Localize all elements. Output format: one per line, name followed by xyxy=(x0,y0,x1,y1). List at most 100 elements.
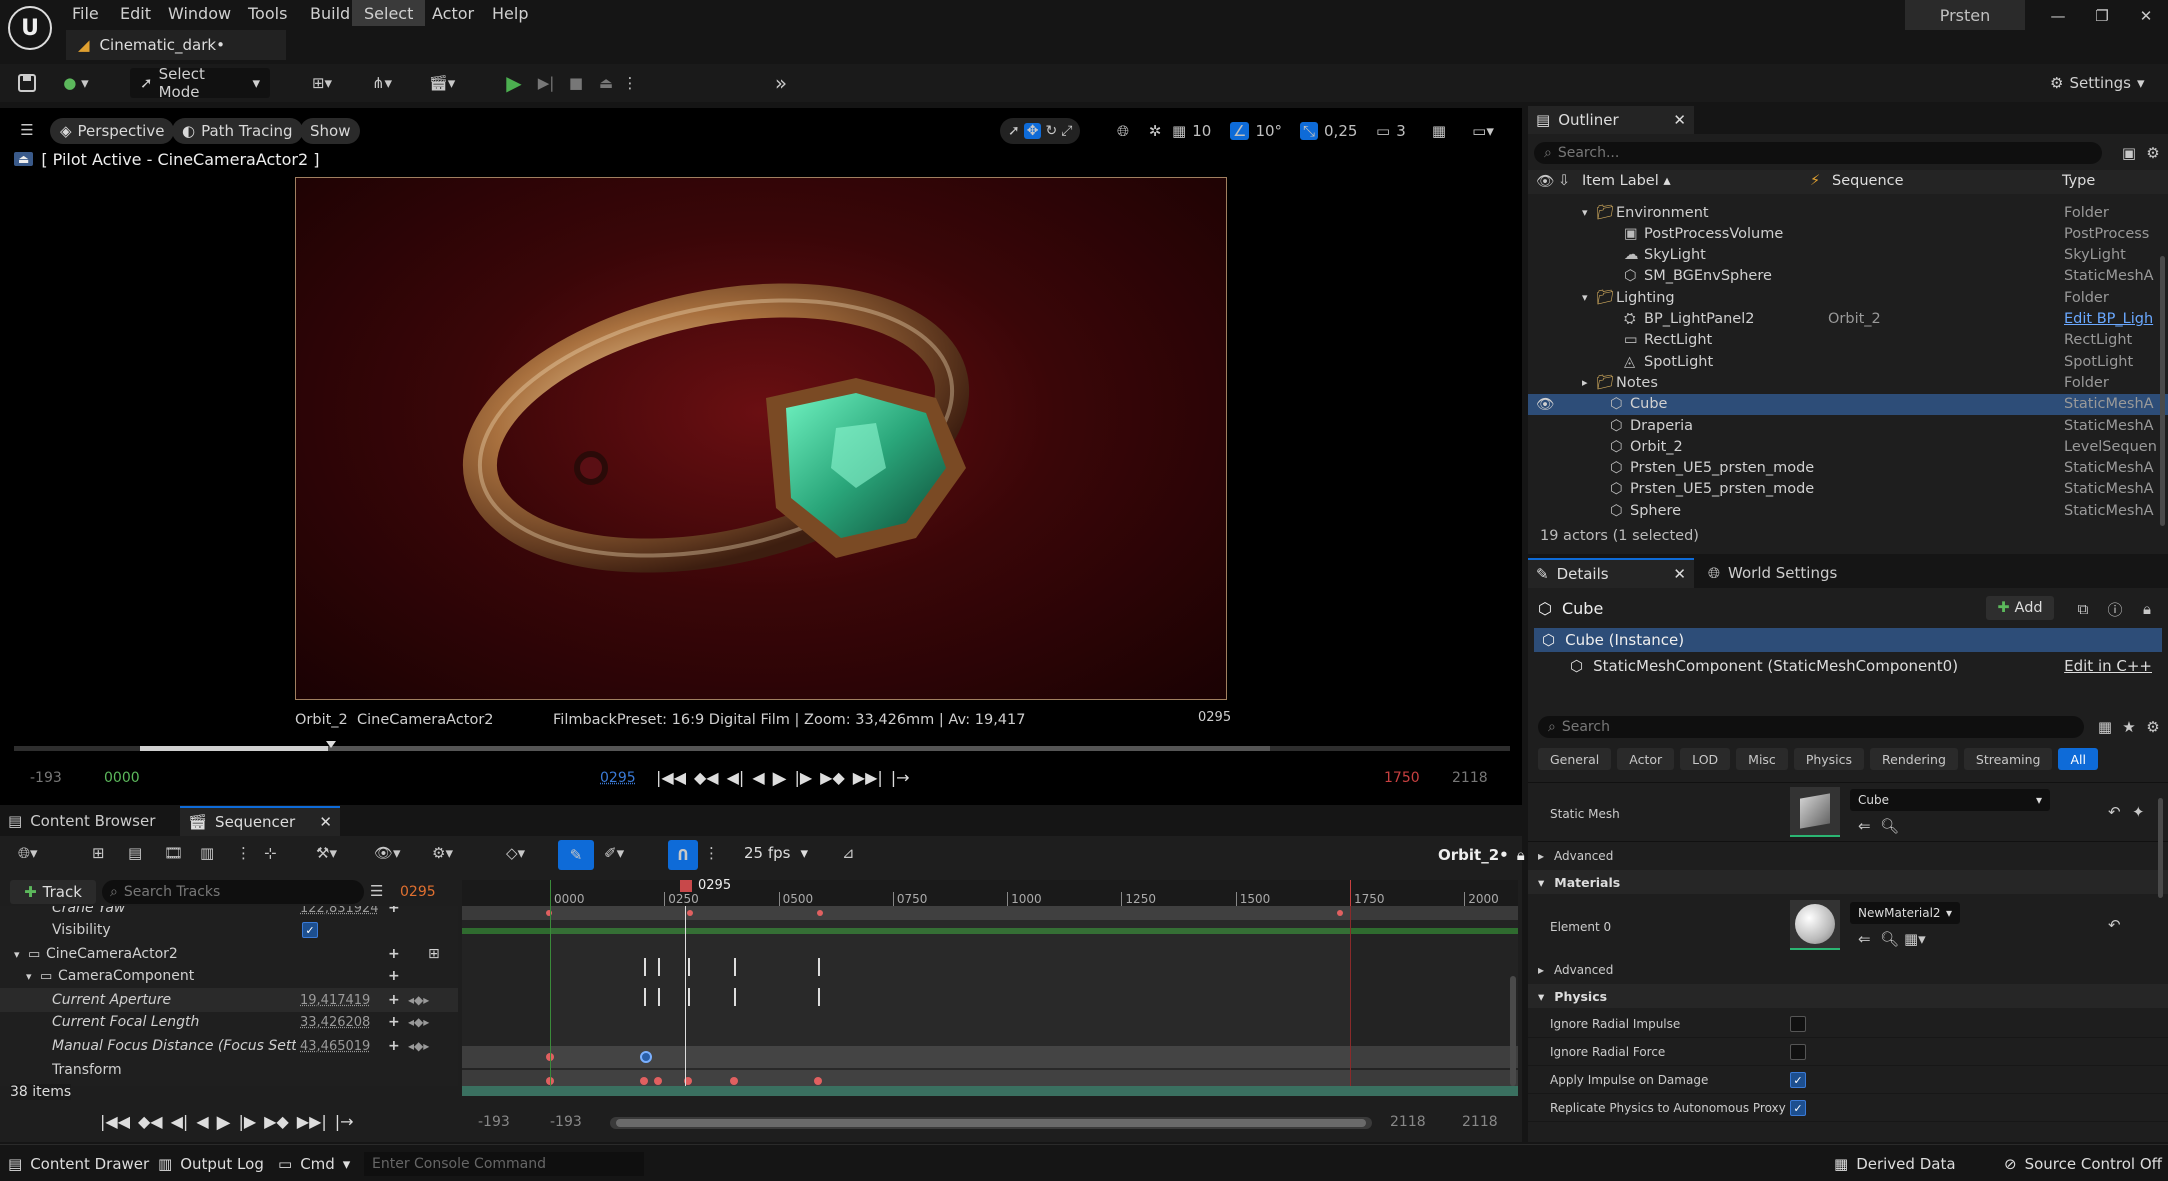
prev-key-icon[interactable]: ◆◀ xyxy=(138,1112,163,1133)
add-key-icon[interactable]: + xyxy=(388,906,400,916)
keyframe[interactable] xyxy=(654,1077,662,1085)
close-icon[interactable]: ✕ xyxy=(1673,111,1686,129)
play-reverse-icon[interactable]: ◀ xyxy=(196,1112,208,1133)
more-options-icon[interactable]: ⋮ xyxy=(236,844,251,862)
add-folder-icon[interactable]: ▣ xyxy=(2118,142,2140,164)
prev-frame-icon[interactable]: ◀| xyxy=(171,1112,189,1133)
perspective-button[interactable]: ◈ Perspective xyxy=(50,118,175,144)
rotate-tool-icon[interactable]: ↻ xyxy=(1045,123,1057,139)
outliner-settings-icon[interactable]: ⚙ xyxy=(2142,142,2164,164)
materials-section[interactable]: ▾ Materials xyxy=(1528,870,2168,894)
menu-actor[interactable]: Actor xyxy=(420,0,486,26)
browse-icon[interactable]: 🔍︎ xyxy=(1880,930,1899,948)
unreal-logo[interactable]: U xyxy=(8,6,52,50)
save-icon[interactable] xyxy=(14,70,40,96)
camera-speed[interactable]: ▭ 3 xyxy=(1376,118,1406,144)
filter-actor[interactable]: Actor xyxy=(1617,748,1675,770)
play-icon[interactable]: ▶ xyxy=(500,70,528,96)
snap-options-icon[interactable]: ⋮ xyxy=(704,844,719,862)
outliner-scrollbar[interactable] xyxy=(2160,256,2165,526)
source-control-button[interactable]: ⊘ Source Control Off xyxy=(2004,1151,2162,1177)
outliner-row[interactable]: ▸ 📁︎ Notes Folder xyxy=(1528,372,2168,393)
keyframe[interactable] xyxy=(817,910,823,916)
key-nav-icon[interactable]: ◂◆▸ xyxy=(408,993,429,1007)
track-value[interactable]: 122,831924 xyxy=(300,906,379,916)
world-icon[interactable]: 🌐︎▾ xyxy=(18,844,38,862)
chevron-down-icon[interactable]: ▾ xyxy=(1582,206,1588,219)
show-button[interactable]: Show xyxy=(300,118,361,144)
view-options-icon[interactable]: 👁︎▾ xyxy=(374,844,401,862)
find-in-browser-icon[interactable]: ▤ xyxy=(128,844,142,862)
outliner-tab[interactable]: ▤ Outliner ✕ xyxy=(1528,106,1694,134)
outliner-row[interactable]: ⛭ BP_LightPanel2 Orbit_2 Edit BP_Ligh xyxy=(1528,309,2168,330)
actions-icon[interactable]: ⚒▾ xyxy=(316,844,337,862)
keyframe[interactable] xyxy=(1337,910,1343,916)
details-tab[interactable]: ✎ Details ✕ xyxy=(1528,558,1694,588)
scale-snap[interactable]: ⤡ 0,25 xyxy=(1300,118,1357,144)
prev-frame-icon[interactable]: ◀| xyxy=(727,768,745,789)
key-nav-icon[interactable]: ◂◆▸ xyxy=(408,1039,429,1053)
key-interp-icon[interactable]: ◇▾ xyxy=(506,844,525,862)
menu-window[interactable]: Window xyxy=(156,0,243,26)
outliner-row[interactable]: ⬡ Prsten_UE5_prsten_mode StaticMeshA xyxy=(1528,458,2168,479)
grid-snap[interactable]: ▦ 10 xyxy=(1172,118,1211,144)
chevron-down-icon[interactable]: ▾ xyxy=(1582,291,1588,304)
jump-end-icon[interactable]: ▶▶| xyxy=(297,1112,327,1133)
physics-checkbox[interactable] xyxy=(1790,1044,1806,1060)
curve-editor-icon[interactable]: ⊿ xyxy=(842,844,855,862)
add-key-icon[interactable]: + xyxy=(388,946,400,962)
outliner-row[interactable]: ▾ 📁︎ Environment Folder xyxy=(1528,202,2168,223)
outliner-row[interactable]: ▣ PostProcessVolume PostProcess xyxy=(1528,223,2168,244)
track-search[interactable]: ⌕ Search Tracks xyxy=(102,880,364,904)
browse-icon[interactable]: 🔍︎ xyxy=(1880,817,1899,835)
material-dropdown[interactable]: NewMaterial2 ▾ xyxy=(1850,902,1960,924)
timeline-hscroll-thumb[interactable] xyxy=(616,1119,1366,1127)
close-icon[interactable]: ✕ xyxy=(1673,565,1686,583)
play-options-icon[interactable]: ⋮ xyxy=(622,70,638,96)
filter-icon[interactable]: ☰ xyxy=(370,882,383,900)
next-frame-icon[interactable]: |▶ xyxy=(794,768,812,789)
add-key-icon[interactable]: + xyxy=(388,968,400,984)
col-sequence[interactable]: Sequence xyxy=(1832,173,1904,189)
expand-toolbar-icon[interactable]: » xyxy=(768,70,794,96)
camera-cut-icon[interactable]: ⊞ xyxy=(428,946,440,962)
help-icon[interactable]: ⓘ xyxy=(2104,598,2126,620)
filter-physics[interactable]: Physics xyxy=(1793,748,1865,770)
sequencer-track[interactable]: ▾ ▭ CineCameraActor2 + ⊞ xyxy=(0,942,458,966)
timeline-hscroll[interactable] xyxy=(610,1117,1372,1129)
sequencer-track[interactable]: ▾ ▭ CameraComponent + xyxy=(0,964,458,988)
menu-edit[interactable]: Edit xyxy=(108,0,163,26)
add-component-button[interactable]: ✚ Add xyxy=(1986,596,2054,620)
snap-magnet-icon[interactable]: Ո xyxy=(668,840,698,870)
details-scrollbar[interactable] xyxy=(2158,798,2163,898)
cmd-dropdown[interactable]: ▭ Cmd ▾ xyxy=(278,1151,350,1177)
reset-icon[interactable]: ↶ xyxy=(2108,803,2121,821)
range-start-2[interactable]: -193 xyxy=(550,1114,582,1130)
save-sequence-icon[interactable]: ⊞ xyxy=(92,844,105,862)
keyframe[interactable] xyxy=(687,910,693,916)
loop-icon[interactable]: |→ xyxy=(335,1112,354,1133)
chevron-down-icon[interactable]: ▾ xyxy=(26,970,32,983)
filter-rendering[interactable]: Rendering xyxy=(1870,748,1958,770)
lock-icon[interactable]: 🔒︎ xyxy=(2136,598,2158,620)
auto-key-icon[interactable]: ✎ xyxy=(558,840,594,870)
range-end-2[interactable]: 2118 xyxy=(1462,1114,1498,1130)
outliner-row[interactable]: 👁︎ ⬡ Cube StaticMeshA xyxy=(1528,393,2168,415)
filter-all[interactable]: All xyxy=(2058,748,2098,770)
physics-checkbox[interactable]: ✓ xyxy=(1790,1100,1806,1116)
content-drawer-button[interactable]: ▤ Content Drawer xyxy=(8,1151,149,1177)
physics-checkbox[interactable] xyxy=(1790,1016,1806,1032)
sequencer-tab[interactable]: 🎬︎ Sequencer ✕ xyxy=(180,806,340,836)
material-options-icon[interactable]: ▦▾ xyxy=(1904,930,1926,948)
render-movie-icon[interactable]: 🎞︎ xyxy=(164,844,183,862)
pin-icon[interactable]: ✦ xyxy=(2132,803,2145,821)
edit-blueprint-link[interactable]: Edit BP_Ligh xyxy=(2064,311,2160,327)
content-browser-tab[interactable]: ▤ Content Browser xyxy=(0,806,180,836)
close-window-icon[interactable]: ✕ xyxy=(2134,4,2158,28)
outliner-row[interactable]: ⬡ Sphere StaticMeshA xyxy=(1528,500,2168,521)
lock-icon[interactable]: 🔒︎ xyxy=(1517,846,1525,864)
filter-general[interactable]: General xyxy=(1538,748,1612,770)
output-log-button[interactable]: ▥ Output Log xyxy=(158,1151,264,1177)
playhead-handle[interactable] xyxy=(680,880,692,892)
play-forward-icon[interactable]: ▶ xyxy=(217,1112,231,1133)
